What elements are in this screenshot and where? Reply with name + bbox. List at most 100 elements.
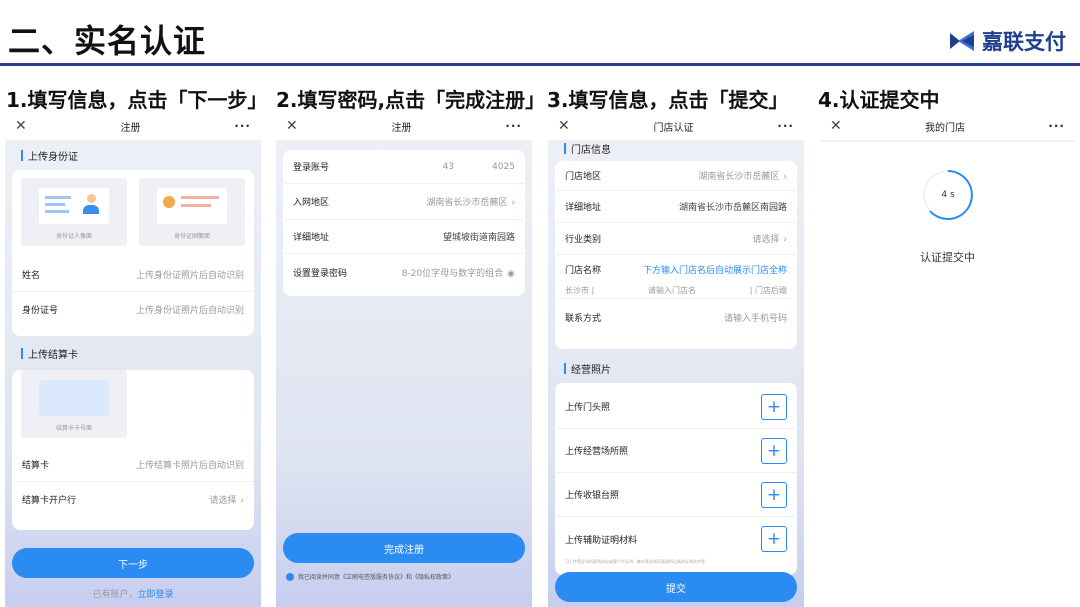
field-value: 湖南省长沙市岳麓区南园路	[678, 203, 787, 213]
brand-logo: 嘉联支付	[948, 26, 1066, 56]
field-placeholder: 请选择	[209, 495, 237, 506]
agreement: 我已阅读并同意《立刷电签版服务协议》和《隐私权政策》	[286, 572, 454, 581]
nav-title: 我的门店	[925, 122, 966, 134]
store-name-hint: 下方输入门店名后自动展示门店全称	[642, 265, 787, 276]
id-back-caption: 身份证国徽面	[173, 233, 210, 240]
section-title: 门店信息	[571, 144, 611, 156]
section-title: 上传结算卡	[28, 349, 78, 361]
person-icon	[83, 194, 99, 216]
screen-register-password: ✕ 注册 ··· 登录账号 43 4025 入网地区 湖南省长沙市岳麓区 › 详细地址 望…	[276, 112, 532, 607]
field-label: 详细地址	[293, 233, 330, 243]
emblem-icon	[163, 196, 175, 208]
field-label: 联系方式	[565, 313, 602, 324]
plus-icon[interactable]: +	[761, 393, 787, 420]
city-prefix: 长沙市 |	[565, 286, 595, 295]
field-label: 登录账号	[293, 163, 330, 173]
password-field[interactable]: 设置登录密码 8-20位字母与数字的组合 ◉	[283, 254, 525, 290]
id-number-field[interactable]: 身份证号 上传身份证照片后自动识别	[12, 292, 254, 326]
chevron-right-icon: ›	[783, 235, 787, 245]
upload-storefront[interactable]: 上传门头照 +	[555, 385, 797, 429]
submit-button[interactable]: 提交	[555, 572, 797, 602]
id-front-upload[interactable]: 身份证人像面	[21, 178, 127, 246]
field-placeholder: 请输入手机号码	[723, 313, 787, 324]
agreement-text[interactable]: 我已阅读并同意《立刷电签版服务协议》和《隐私权政策》	[298, 572, 454, 581]
store-address-field[interactable]: 详细地址 湖南省长沙市岳麓区南园路	[555, 191, 797, 223]
countdown-ring: 4 s	[922, 169, 974, 221]
store-area-field[interactable]: 门店地区 湖南省长沙市岳麓区 ›	[555, 161, 797, 191]
chevron-right-icon: ›	[783, 172, 787, 182]
card-upload[interactable]: 结算卡卡号面	[21, 370, 127, 438]
field-value: 湖南省长沙市岳麓区	[426, 198, 508, 208]
address-field[interactable]: 详细地址 望城坡街道南园路	[283, 220, 525, 254]
field-label: 行业类别	[565, 235, 602, 245]
close-icon[interactable]: ✕	[15, 118, 27, 134]
photo-form: 上传门头照 + 上传经营场所照 + 上传收银台照 + 上传辅助证明材料 + 可上传营业场…	[555, 383, 797, 575]
field-placeholder: 请选择	[752, 235, 780, 245]
field-placeholder: 8-20位字母与数字的组合	[401, 268, 504, 279]
close-icon[interactable]: ✕	[286, 118, 298, 134]
finish-register-button[interactable]: 完成注册	[283, 533, 525, 563]
status-area: 4 s 认证提交中	[820, 142, 1075, 607]
more-icon[interactable]: ···	[777, 119, 794, 133]
login-text: 已有账户，	[92, 590, 138, 600]
field-label: 门店名称	[565, 265, 602, 276]
plus-icon[interactable]: +	[761, 437, 787, 464]
login-prompt: 已有账户，立即登录	[5, 587, 261, 600]
contact-field[interactable]: 联系方式 请输入手机号码	[555, 299, 797, 335]
countdown-timer: 4 s	[941, 190, 955, 200]
plus-icon[interactable]: +	[761, 481, 787, 508]
field-placeholder: 上传结算卡照片后自动识别	[135, 461, 244, 471]
name-field[interactable]: 姓名 上传身份证照片后自动识别	[12, 258, 254, 292]
login-link[interactable]: 立即登录	[138, 590, 174, 600]
more-icon[interactable]: ···	[505, 119, 522, 133]
account-field[interactable]: 登录账号 43 4025	[283, 150, 525, 184]
plus-icon[interactable]: +	[761, 526, 787, 552]
upload-supporting[interactable]: 上传辅助证明材料 +	[555, 517, 797, 561]
field-value: 湖南省长沙市岳麓区	[698, 172, 780, 182]
brand-name: 嘉联支付	[982, 30, 1066, 54]
card-field[interactable]: 结算卡 上传结算卡照片后自动识别	[12, 448, 254, 482]
id-back-upload[interactable]: 身份证国徽面	[139, 178, 245, 246]
header-divider	[0, 63, 1080, 66]
industry-field[interactable]: 行业类别 请选择 ›	[555, 223, 797, 255]
eye-icon[interactable]: ◉	[507, 269, 515, 279]
field-placeholder: 上传身份证照片后自动识别	[135, 305, 244, 316]
section-title: 上传身份证	[28, 151, 78, 163]
bank-field[interactable]: 结算卡开户行 请选择 ›	[12, 482, 254, 516]
screen-my-store: ✕ 我的门店 ··· 4 s 认证提交中	[820, 112, 1075, 607]
screen-register-info: ✕ 注册 ··· 上传身份证 身份证人像面 身份证国徽面 姓名 上传身份证照片后自…	[5, 112, 261, 607]
step-3-label: 3.填写信息，点击「提交」	[547, 88, 789, 112]
section-photos: 经营照片	[564, 359, 804, 377]
next-button[interactable]: 下一步	[12, 548, 254, 578]
field-label: 结算卡	[22, 461, 50, 471]
section-title: 经营照片	[571, 364, 611, 376]
section-store: 门店信息	[564, 139, 804, 157]
field-label: 设置登录密码	[293, 268, 348, 279]
field-label: 上传经营场所照	[565, 447, 629, 457]
field-label: 上传辅助证明材料	[565, 535, 638, 546]
page-title: 二、实名认证	[8, 22, 207, 60]
step-4-label: 4.认证提交中	[818, 88, 940, 112]
more-icon[interactable]: ···	[1048, 119, 1065, 133]
upload-premises[interactable]: 上传经营场所照 +	[555, 429, 797, 473]
upload-note: 可上传营业场所租赁协议或客户代证明，集中营业场所管理所出具的证明文件等	[565, 559, 705, 564]
area-field[interactable]: 入网地区 湖南省长沙市岳麓区 ›	[283, 184, 525, 220]
close-icon[interactable]: ✕	[558, 118, 570, 134]
field-placeholder: 上传身份证照片后自动识别	[135, 271, 244, 281]
field-label: 详细地址	[565, 203, 602, 213]
account-value-part1: 43	[442, 161, 455, 172]
step-1-label: 1.填写信息，点击「下一步」	[6, 88, 268, 112]
more-icon[interactable]: ···	[234, 119, 251, 133]
field-label: 上传收银台照	[565, 491, 620, 501]
account-form: 登录账号 43 4025 入网地区 湖南省长沙市岳麓区 › 详细地址 望城坡街道南园路 设…	[283, 150, 525, 296]
upload-cashier[interactable]: 上传收银台照 +	[555, 473, 797, 517]
screen-store-verify: ✕ 门店认证 ··· 门店信息 门店地区 湖南省长沙市岳麓区 › 详细地址 湖南省长沙…	[548, 112, 804, 607]
bank-card-icon	[39, 380, 109, 416]
store-name-input[interactable]: 长沙市 | 请输入门店名 | 门店后缀	[555, 283, 797, 299]
brand-logo-icon	[950, 31, 974, 51]
field-value: 望城坡街道南园路	[442, 233, 515, 243]
field-label: 姓名	[22, 271, 41, 281]
checkbox-checked-icon[interactable]	[286, 572, 294, 581]
store-form: 门店地区 湖南省长沙市岳麓区 › 详细地址 湖南省长沙市岳麓区南园路 行业类别 请选择 ›…	[555, 161, 797, 349]
close-icon[interactable]: ✕	[830, 118, 842, 134]
